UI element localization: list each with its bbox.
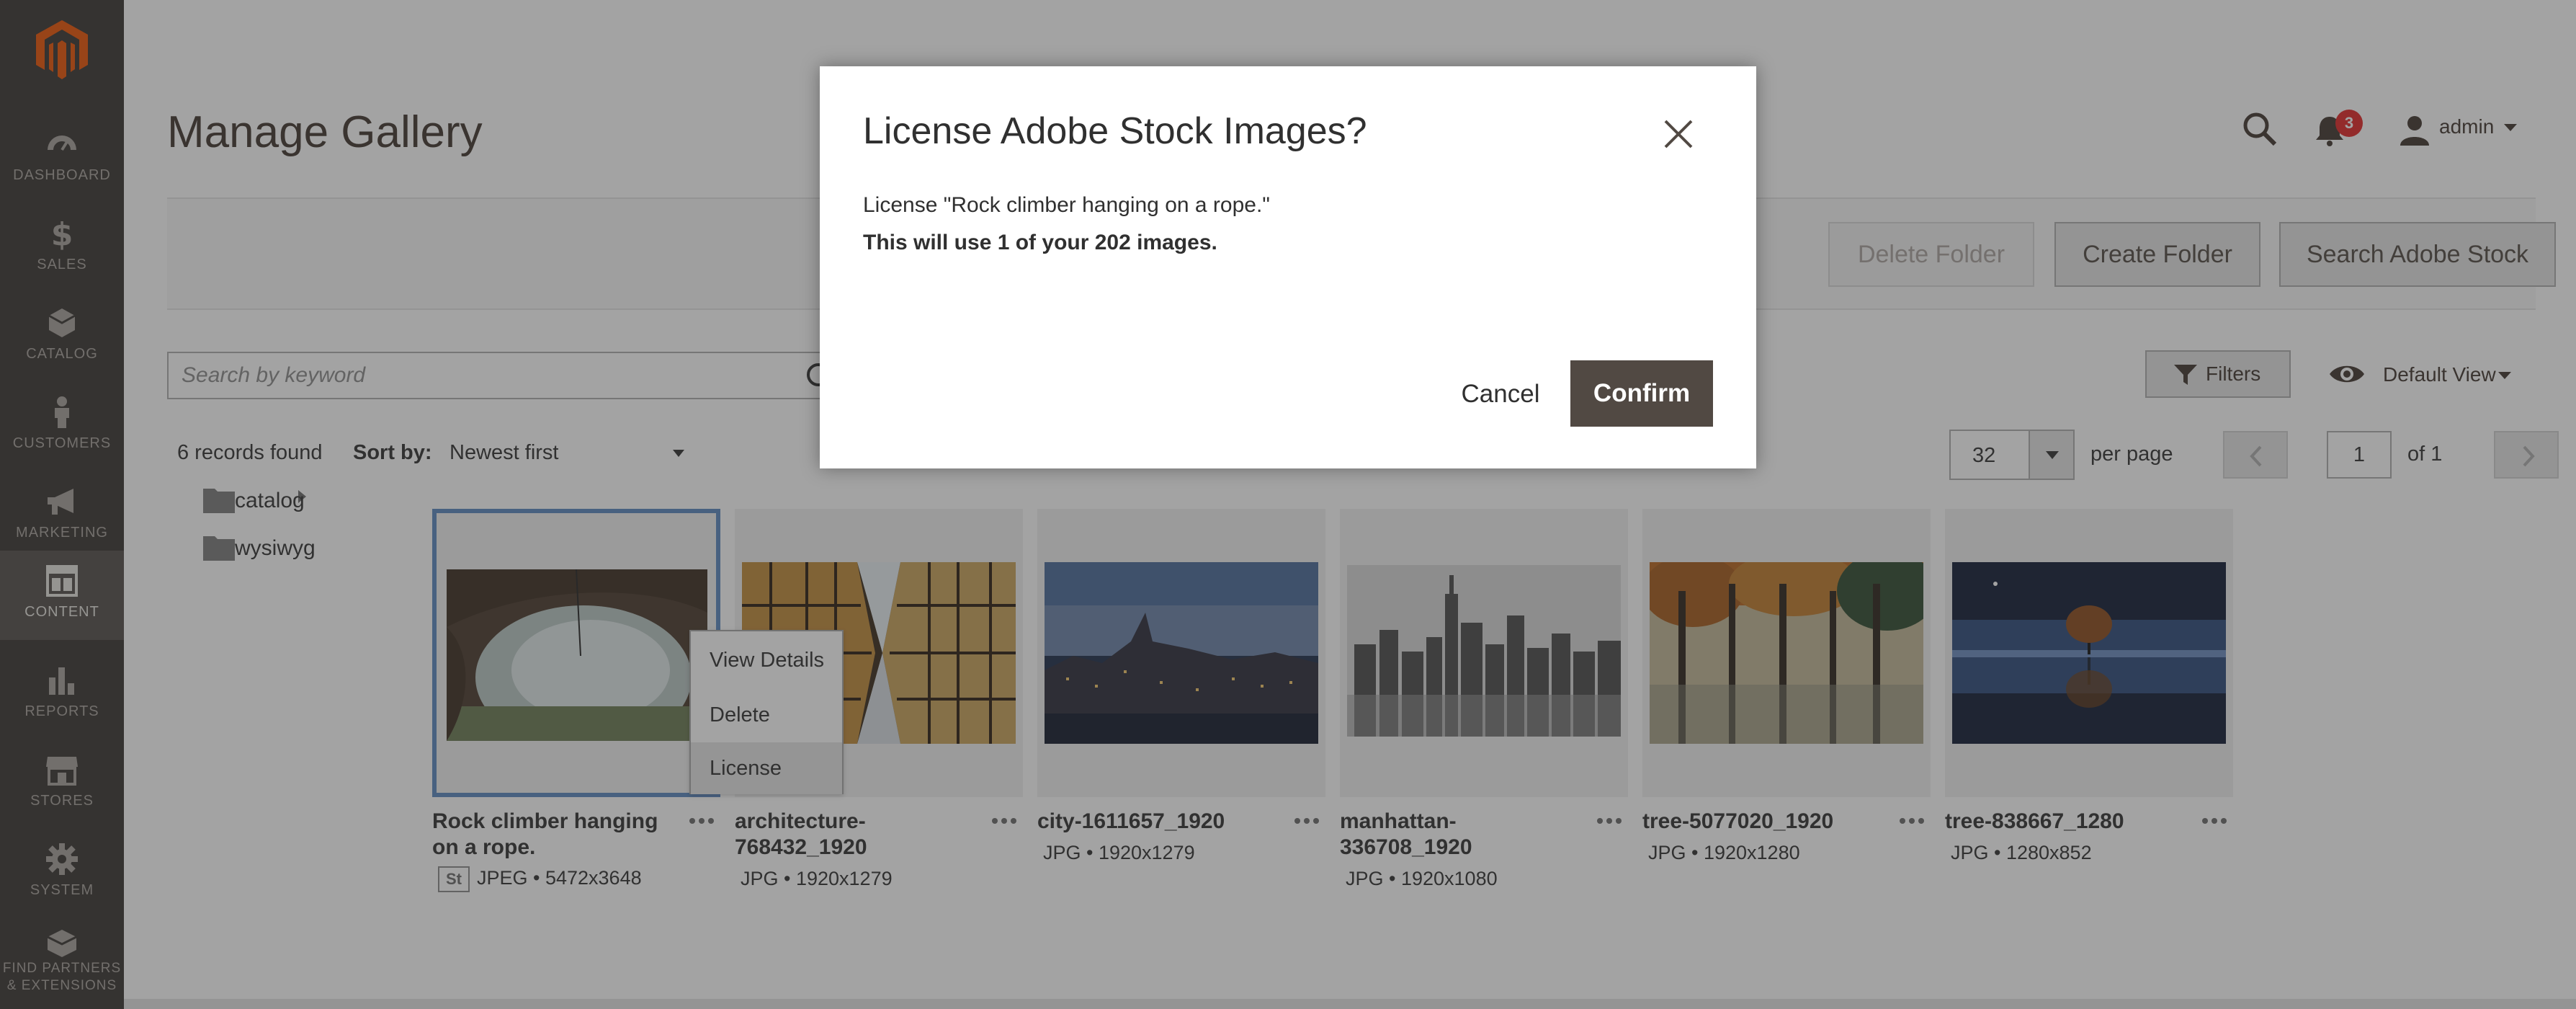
modal-message: License "Rock climber hanging on a rope.… [863,193,1270,217]
confirm-button[interactable]: Confirm [1570,360,1713,427]
close-icon[interactable] [1661,117,1696,151]
modal-usage-note: This will use 1 of your 202 images. [863,231,1217,254]
cancel-button[interactable]: Cancel [1439,362,1562,427]
license-modal: License Adobe Stock Images? License "Roc… [820,66,1756,468]
modal-title: License Adobe Stock Images? [863,110,1367,152]
